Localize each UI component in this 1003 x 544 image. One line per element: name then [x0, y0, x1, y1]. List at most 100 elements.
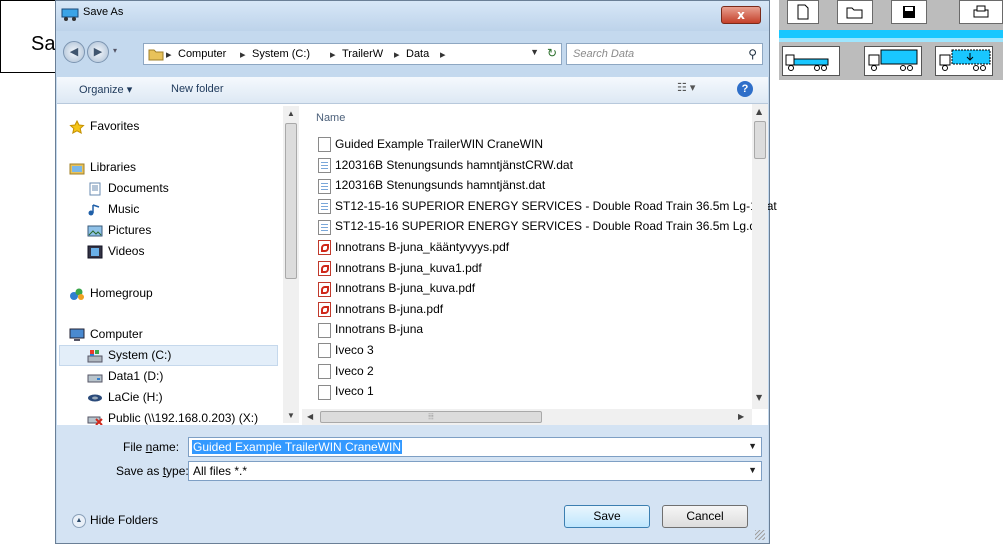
data-file-icon: [318, 178, 331, 194]
back-arrow-icon[interactable]: ◀: [63, 41, 85, 63]
breadcrumb-system-c[interactable]: System (C:): [252, 48, 310, 60]
title-bar[interactable]: Save As x: [56, 1, 769, 31]
organize-button[interactable]: Organize ▾: [79, 83, 132, 96]
file-row[interactable]: Innotrans B-juna_kääntyvyys.pdf: [318, 238, 509, 256]
star-icon: [69, 119, 85, 134]
cancel-button[interactable]: Cancel: [662, 505, 748, 528]
scrollbar-thumb[interactable]: [754, 121, 766, 159]
dialog-title: Save As: [83, 6, 124, 18]
nav-item-libraries[interactable]: Libraries: [69, 158, 136, 176]
file-row[interactable]: Innotrans B-juna_kuva1.pdf: [318, 259, 482, 277]
nav-item-system-c[interactable]: System (C:): [87, 346, 171, 364]
scroll-down-icon[interactable]: ▼: [756, 393, 762, 402]
pdf-file-icon: [318, 240, 331, 256]
breadcrumb-data[interactable]: Data: [406, 48, 429, 60]
scrollbar-thumb[interactable]: [285, 123, 297, 279]
chevron-down-icon[interactable]: ▼: [748, 465, 757, 475]
file-row[interactable]: Guided Example TrailerWIN CraneWIN: [318, 135, 543, 153]
name-column-header[interactable]: Name: [316, 112, 345, 124]
close-button[interactable]: x: [721, 6, 761, 24]
toolbar-strip-light: [779, 38, 1003, 42]
scrollbar-thumb[interactable]: ⦙⦙⦙: [320, 411, 542, 423]
scroll-up-icon[interactable]: ▲: [756, 107, 762, 116]
view-options-icon[interactable]: ☷ ▾: [677, 81, 695, 94]
refresh-icon[interactable]: ↻: [547, 46, 557, 60]
nav-item-computer[interactable]: Computer: [69, 325, 143, 343]
file-name: Guided Example TrailerWIN CraneWIN: [335, 137, 544, 151]
search-input[interactable]: Search Data ⚲: [566, 43, 763, 65]
file-row[interactable]: Innotrans B-juna.pdf: [318, 300, 443, 318]
file-row[interactable]: 120316B Stenungsunds hamntjänst.dat: [318, 176, 545, 194]
breadcrumb-separator: ▸: [166, 49, 172, 61]
blank-file-icon: [318, 137, 331, 153]
libraries-icon: [69, 161, 85, 175]
drive-icon: [87, 370, 103, 384]
scroll-right-icon[interactable]: ▶: [738, 412, 744, 421]
truck-trailer-icon[interactable]: [782, 46, 840, 76]
file-name: Iveco 1: [335, 384, 374, 399]
file-row[interactable]: ST12-15-16 SUPERIOR ENERGY SERVICES - Do…: [318, 217, 766, 235]
forward-arrow-icon[interactable]: ▶: [87, 41, 109, 63]
navigation-row: ◀ ▶ ▾ ▸ Computer ▸ System (C:) ▸ Trailer…: [63, 35, 763, 71]
address-bar[interactable]: ▸ Computer ▸ System (C:) ▸ TrailerW ▸ Da…: [143, 43, 562, 65]
file-name-value: Guided Example TrailerWIN CraneWIN: [192, 440, 403, 454]
file-row[interactable]: Iveco 2: [318, 362, 374, 380]
blank-file-icon: [318, 322, 331, 338]
nav-item-favorites[interactable]: Favorites: [69, 117, 139, 135]
file-list-scrollbar[interactable]: ▲ ▼: [752, 104, 768, 409]
nav-item-lacie-h[interactable]: LaCie (H:): [87, 388, 163, 406]
file-name-label: File name:: [123, 440, 180, 454]
horizontal-scrollbar[interactable]: ◀ ⦙⦙⦙ ▶: [302, 409, 752, 425]
printer-icon[interactable]: [959, 0, 1003, 24]
file-row[interactable]: Innotrans B-juna: [318, 320, 423, 338]
nav-item-pictures[interactable]: Pictures: [87, 221, 151, 239]
folder-icon: [148, 48, 164, 61]
hide-folders-button[interactable]: ▲ Hide Folders: [72, 513, 158, 528]
network-drive-disconnected-icon: [87, 412, 103, 426]
file-row[interactable]: Iveco 3: [318, 341, 374, 359]
save-as-dialog: Save As x ◀ ▶ ▾ ▸ Computer ▸ System (C:)…: [55, 0, 777, 544]
recent-pages-icon[interactable]: ▾: [113, 46, 117, 55]
new-document-icon[interactable]: [787, 0, 819, 24]
file-row[interactable]: ST12-15-16 SUPERIOR ENERGY SERVICES - Do…: [318, 197, 777, 215]
save-disk-icon[interactable]: [891, 0, 927, 24]
breadcrumb-computer[interactable]: Computer: [178, 48, 226, 60]
address-dropdown-icon[interactable]: ▼: [530, 47, 539, 57]
nav-item-data1-d[interactable]: Data1 (D:): [87, 367, 163, 385]
pdf-file-icon: [318, 302, 331, 318]
breadcrumb-trailerw[interactable]: TrailerW: [342, 48, 383, 60]
file-list: Name Guided Example TrailerWIN CraneWIN 1…: [302, 104, 777, 425]
breadcrumb-separator: ▸: [240, 49, 246, 61]
pdf-file-icon: [318, 260, 331, 276]
chevron-down-icon[interactable]: ▼: [748, 441, 757, 451]
nav-item-homegroup[interactable]: Homegroup: [69, 284, 153, 302]
save-as-type-select[interactable]: All files *.* ▼: [188, 461, 762, 481]
file-row[interactable]: Innotrans B-juna_kuva.pdf: [318, 279, 475, 297]
search-icon[interactable]: ⚲: [748, 47, 757, 61]
data-file-icon: [318, 219, 331, 235]
file-name-input[interactable]: Guided Example TrailerWIN CraneWIN ▼: [188, 437, 762, 457]
computer-icon: [69, 328, 85, 342]
save-button[interactable]: Save: [564, 505, 650, 528]
truck-box-icon[interactable]: [864, 46, 922, 76]
file-row[interactable]: 120316B Stenungsunds hamntjänstCRW.dat: [318, 156, 573, 174]
resize-grip[interactable]: [755, 530, 765, 540]
nav-item-music[interactable]: Music: [87, 200, 139, 218]
nav-item-videos[interactable]: Videos: [87, 242, 144, 260]
background-fragment-text: Sa: [31, 33, 56, 55]
nav-item-documents[interactable]: Documents: [87, 179, 169, 197]
file-row[interactable]: Iveco 1: [318, 382, 374, 400]
data-file-icon: [318, 199, 331, 215]
scroll-left-icon[interactable]: ◀: [307, 412, 313, 421]
scroll-down-icon[interactable]: ▼: [287, 411, 295, 420]
navigation-pane: Favorites Libraries Documents Music Pict…: [57, 104, 299, 426]
help-icon[interactable]: ?: [737, 81, 753, 97]
scroll-up-icon[interactable]: ▲: [287, 109, 295, 118]
open-folder-icon[interactable]: [837, 0, 873, 24]
navigation-scrollbar[interactable]: ▲ ▼: [283, 106, 299, 423]
truck-load-icon[interactable]: [935, 46, 993, 76]
blank-file-icon: [318, 363, 331, 379]
file-name: Innotrans B-juna_kuva.pdf: [335, 281, 476, 296]
new-folder-button[interactable]: New folder: [171, 83, 224, 95]
system-drive-icon: [87, 349, 103, 363]
